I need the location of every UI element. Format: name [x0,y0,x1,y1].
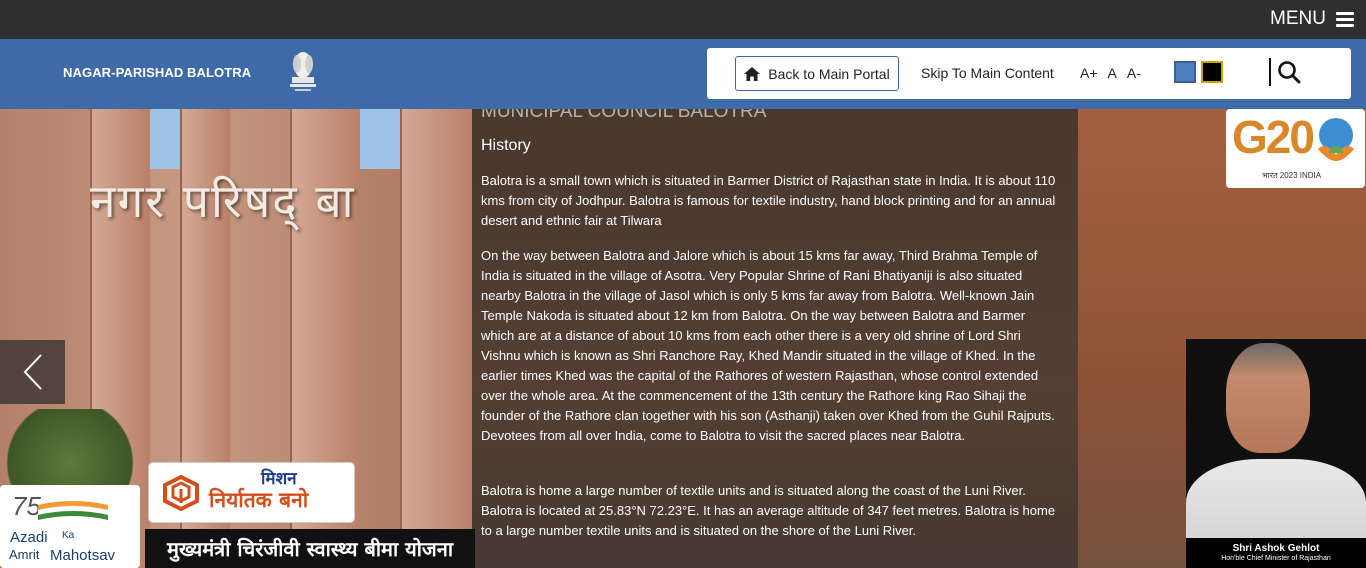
home-icon [744,66,761,81]
chiranjeevi-scheme-banner[interactable]: मुख्यमंत्री चिरंजीवी स्वास्थ्य बीमा योजन… [145,529,475,568]
lotus-globe-icon [1318,118,1354,161]
azadi-75-text: 75 [12,491,41,521]
font-decrease-button[interactable]: A- [1127,65,1141,81]
chevron-left-icon [23,354,42,390]
export-box-icon [163,474,199,512]
site-name[interactable]: NAGAR-PARISHAD BALOTRA [63,65,251,80]
azadi-mahotsav-word: Mahotsav [50,547,116,564]
hero-slider: नगर परिषद् बा MUNICIPAL COUNCIL BALOTRA … [0,109,1366,568]
toolbox-divider [1269,58,1271,86]
search-icon[interactable] [1277,60,1301,84]
hamburger-icon [1336,11,1354,27]
top-bar: MENU [0,0,1366,39]
high-contrast-theme-button[interactable] [1201,61,1223,83]
azadi-ka-amrit-mahotsav-logo[interactable]: 75 Azadi Ka Amrit Mahotsav [0,485,140,568]
history-panel: MUNICIPAL COUNCIL BALOTRA History Balotr… [472,109,1078,568]
chief-minister-title: Hon'ble Chief Minister of Rajasthan [1221,555,1331,562]
panel-heading: MUNICIPAL COUNCIL BALOTRA [481,109,767,122]
history-paragraph-2: On the way between Balotra and Jalore wh… [481,248,1055,443]
g20-logo[interactable]: G20 भारत 2023 INDIA [1226,109,1365,188]
previous-slide-button[interactable] [0,340,65,404]
menu-button[interactable]: MENU [1270,8,1354,30]
menu-label: MENU [1270,8,1326,29]
mission-main-text: निर्यातक बनो [209,488,309,512]
chief-minister-photo: Shri Ashok Gehlot Hon'ble Chief Minister… [1186,339,1366,568]
azadi-word: Azadi [10,529,48,546]
font-size-controls: A+ A A- [1080,65,1141,81]
g20-text: G20 [1232,111,1315,163]
font-normal-button[interactable]: A [1108,65,1117,81]
back-to-main-portal-button[interactable]: Back to Main Portal [735,56,899,91]
chief-minister-caption: Shri Ashok Gehlot Hon'ble Chief Minister… [1186,538,1366,568]
chief-minister-name: Shri Ashok Gehlot [1232,543,1320,554]
history-heading: History [481,137,531,154]
skip-to-main-content-link[interactable]: Skip To Main Content [921,65,1054,81]
accessibility-toolbox: Back to Main Portal Skip To Main Content… [707,48,1351,99]
site-header: NAGAR-PARISHAD BALOTRA Back to Main Port… [0,39,1366,109]
national-emblem-icon [290,52,316,91]
back-button-label: Back to Main Portal [768,65,890,82]
mission-niryatak-bano-banner[interactable]: मिशन निर्यातक बनो [148,462,355,523]
tricolor-flag-icon [38,501,108,520]
blue-theme-button[interactable] [1174,61,1196,83]
font-increase-button[interactable]: A+ [1080,65,1098,81]
history-paragraph-1: Balotra is a small town which is situate… [481,173,1056,228]
building-sign: नगर परिषद् बा [90,174,356,228]
azadi-ka-word: Ka [62,530,75,541]
azadi-amrit-word: Amrit [9,547,40,562]
history-paragraph-3: Balotra is home a large number of textil… [481,483,1056,538]
g20-subtitle: भारत 2023 INDIA [1262,171,1322,180]
